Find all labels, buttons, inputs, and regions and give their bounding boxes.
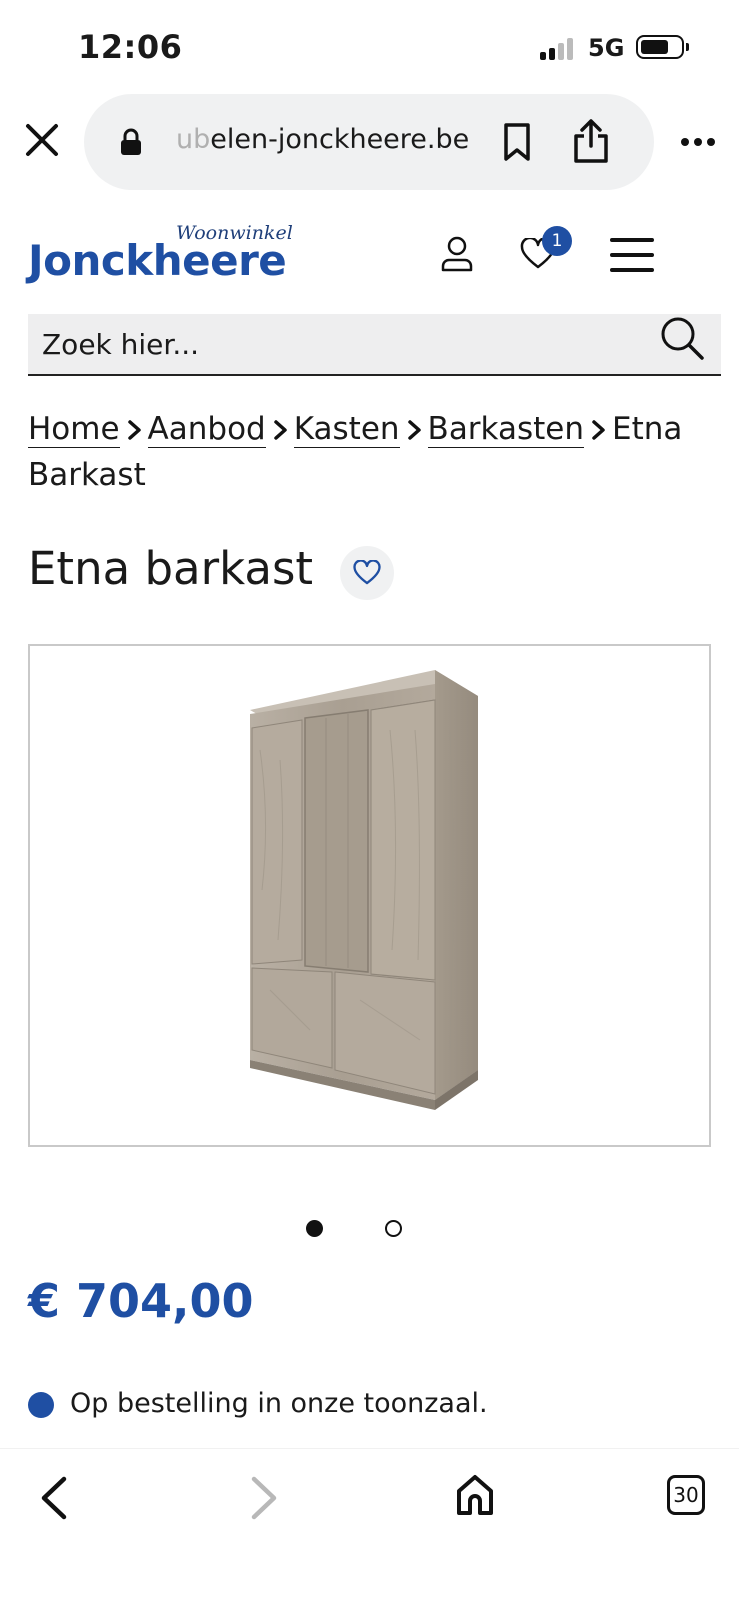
- chevron-right-icon: [127, 420, 141, 440]
- search-input[interactable]: [42, 314, 622, 374]
- availability-dot-icon: [28, 1392, 54, 1418]
- browser-toolbar: 30: [0, 1448, 739, 1600]
- status-bar: 12:06 5G: [0, 0, 739, 90]
- signal-icon: [540, 38, 576, 60]
- chevron-right-icon: [273, 420, 287, 440]
- search-box: [28, 314, 721, 376]
- heart-icon: [353, 560, 381, 585]
- carousel-dot-2[interactable]: [385, 1220, 402, 1237]
- add-to-wishlist-button[interactable]: [340, 546, 394, 600]
- account-icon[interactable]: [440, 236, 474, 272]
- breadcrumb-kasten[interactable]: Kasten: [293, 411, 400, 448]
- site-logo[interactable]: Jonckheere Woonwinkel: [28, 222, 293, 285]
- product-image[interactable]: [28, 644, 711, 1147]
- product-price: € 704,00: [28, 1274, 254, 1328]
- back-icon[interactable]: [38, 1475, 70, 1521]
- tabs-icon[interactable]: 30: [667, 1475, 705, 1515]
- status-time: 12:06: [78, 28, 183, 66]
- availability-text: Op bestelling in onze toonzaal.: [70, 1388, 488, 1419]
- address-bar[interactable]: ubelen-jonckheere.be: [84, 94, 654, 190]
- network-label: 5G: [588, 34, 625, 62]
- bookmark-icon[interactable]: [502, 122, 532, 162]
- breadcrumb-home[interactable]: Home: [28, 411, 120, 448]
- url-text[interactable]: ubelen-jonckheere.be: [176, 124, 469, 155]
- home-icon[interactable]: [455, 1473, 495, 1517]
- more-icon[interactable]: [680, 137, 716, 147]
- cabinet-image: [250, 670, 478, 1110]
- url-text-faded: ub: [176, 124, 211, 155]
- share-icon[interactable]: [572, 118, 610, 164]
- lock-icon: [121, 128, 141, 155]
- carousel-dot-1[interactable]: [306, 1220, 323, 1237]
- breadcrumb-aanbod[interactable]: Aanbod: [147, 411, 266, 448]
- close-icon[interactable]: [22, 120, 62, 160]
- battery-icon: [636, 35, 689, 59]
- page-title: Etna barkast: [28, 542, 314, 595]
- menu-icon[interactable]: [610, 238, 654, 272]
- chevron-right-icon: [407, 420, 421, 440]
- breadcrumb-barkasten[interactable]: Barkasten: [427, 411, 584, 448]
- search-icon[interactable]: [658, 314, 708, 364]
- breadcrumb: Home Aanbod Kasten Barkasten Etna Barkast: [28, 406, 718, 498]
- logo-tagline: Woonwinkel: [176, 222, 293, 244]
- forward-icon[interactable]: [248, 1475, 280, 1521]
- wishlist-count-badge: 1: [542, 226, 572, 256]
- chevron-right-icon: [592, 420, 605, 440]
- url-text-main: elen-jonckheere.be: [210, 124, 470, 155]
